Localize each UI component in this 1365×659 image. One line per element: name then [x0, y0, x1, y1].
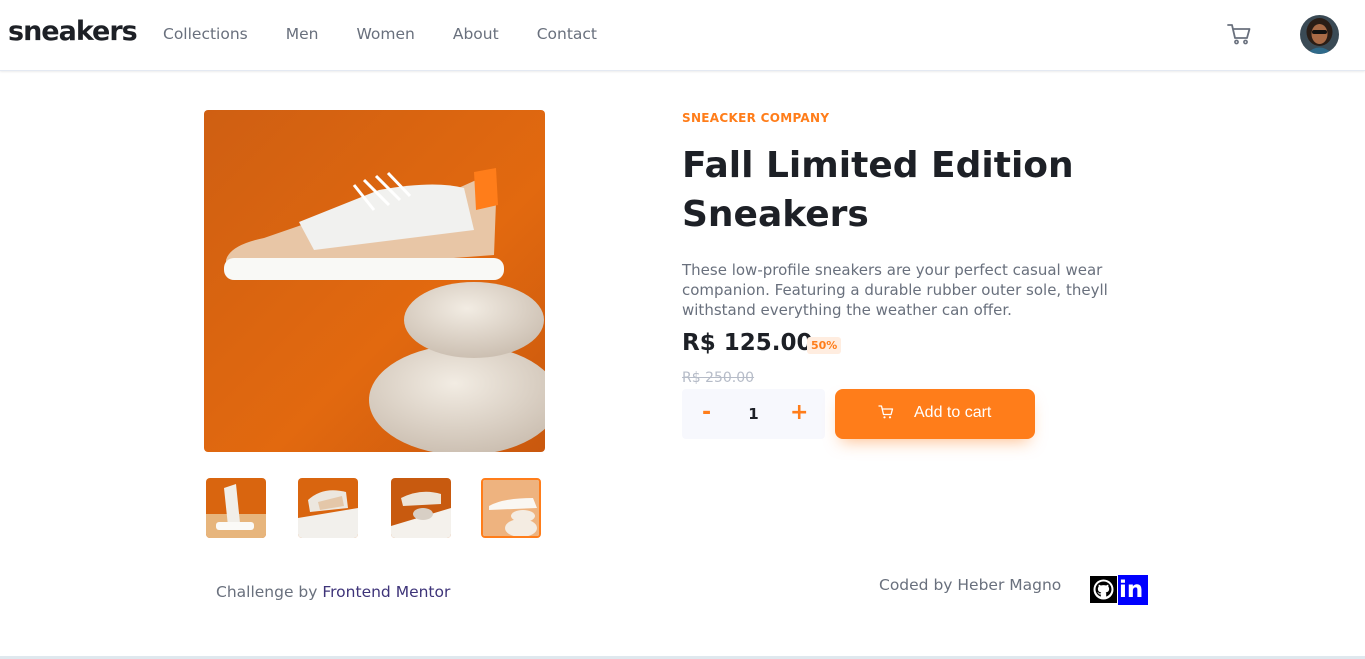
thumbnail-1[interactable]: [206, 478, 266, 538]
cart-icon[interactable]: [1226, 22, 1252, 46]
avatar[interactable]: [1300, 15, 1339, 54]
add-to-cart-label: Add to cart: [914, 404, 992, 421]
nav-women[interactable]: Women: [356, 25, 414, 43]
frontend-mentor-link[interactable]: Frontend Mentor: [322, 583, 450, 601]
nav-collections[interactable]: Collections: [163, 25, 248, 43]
add-to-cart-button[interactable]: Add to cart: [835, 389, 1035, 439]
quantity-stepper: - 1 +: [682, 389, 825, 439]
product-main-image[interactable]: [204, 110, 545, 452]
company-name: SNEACKER COMPANY: [682, 111, 830, 125]
thumbnail-4[interactable]: [481, 478, 541, 538]
product-description: These low-profile sneakers are your perf…: [682, 261, 1108, 319]
challenge-credit: Challenge by Frontend Mentor: [216, 583, 450, 601]
cart-icon: [878, 404, 894, 420]
thumbnail-3[interactable]: [391, 478, 451, 538]
coded-by: Coded by Heber Magno: [879, 576, 1062, 594]
logo[interactable]: sneakers: [8, 16, 138, 47]
site-header: sneakers Collections Men Women About Con…: [0, 0, 1365, 71]
original-price: R$ 250.00: [682, 370, 755, 386]
nav-contact[interactable]: Contact: [537, 25, 597, 43]
discount-badge: 50%: [807, 337, 842, 354]
main-nav: Collections Men Women About Contact: [163, 25, 597, 43]
nav-men[interactable]: Men: [286, 25, 319, 43]
current-price: R$ 125.00: [682, 330, 813, 356]
thumbnail-2[interactable]: [298, 478, 358, 538]
nav-about[interactable]: About: [453, 25, 499, 43]
linkedin-label: in: [1119, 577, 1144, 603]
github-icon[interactable]: [1090, 576, 1117, 603]
linkedin-icon[interactable]: in: [1118, 575, 1148, 605]
challenge-prefix: Challenge by: [216, 583, 323, 601]
increase-quantity-button[interactable]: +: [790, 400, 808, 425]
product-title: Fall Limited Edition Sneakers: [682, 145, 1074, 235]
